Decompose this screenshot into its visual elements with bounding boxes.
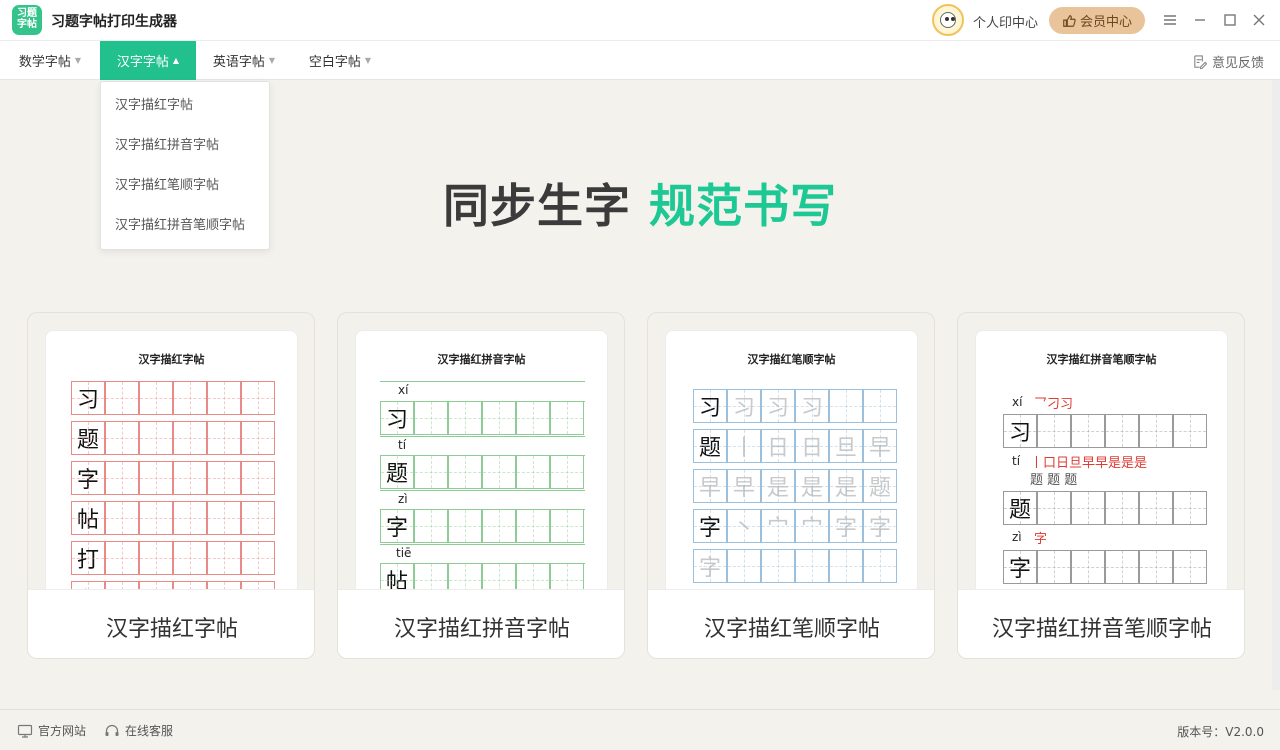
practice-row: 习习习习	[693, 389, 897, 423]
card-label: 汉字描红拼音笔顺字帖	[991, 617, 1212, 642]
card-preview: 汉字描红字帖 习 题 字 帖 打 印	[45, 330, 298, 605]
card-preview: 汉字描红拼音笔顺字帖 xí 乛刁习 习 tí 丨口日旦早早是是是 题 题 题 题…	[975, 330, 1228, 605]
card-label: 汉字描红拼音字帖	[393, 617, 570, 642]
preview-title: 汉字描红拼音字帖	[437, 353, 526, 366]
footer: 官方网站 在线客服 版本号：V2.0.0	[0, 709, 1280, 750]
practice-row: 字	[380, 509, 584, 543]
practice-row: 题	[71, 421, 275, 455]
headset-icon	[105, 724, 119, 736]
pinyin-label: tiē	[396, 546, 412, 560]
caret-down-icon: ▼	[74, 56, 82, 65]
practice-row: 题	[1003, 491, 1207, 525]
menu-bar: 数学字帖 ▼ 汉字字帖 ▲ 英语字帖 ▼ 空白字帖 ▼ 意见反馈	[0, 41, 1280, 80]
stroke-sequence: 字	[1034, 532, 1048, 547]
practice-row: 题丨日日旦早	[693, 429, 897, 463]
dropdown-item-tracing-pinyin-strokes[interactable]: 汉字描红拼音笔顺字帖	[101, 206, 269, 246]
card-label: 汉字描红字帖	[105, 617, 238, 642]
close-icon[interactable]	[1249, 10, 1269, 30]
dropdown-item-tracing[interactable]: 汉字描红字帖	[101, 86, 269, 126]
caret-down-icon: ▼	[268, 56, 276, 65]
card-label-area: 汉字描红字帖	[28, 589, 314, 658]
tab-english[interactable]: 英语字帖 ▼	[196, 41, 292, 80]
vip-center-button[interactable]: 会员中心	[1049, 7, 1145, 34]
practice-row: 字丶宀宀字字	[693, 509, 897, 543]
thumbs-up-icon	[1063, 14, 1076, 27]
user-avatar[interactable]	[932, 4, 964, 36]
practice-row: 早早是是是题	[693, 469, 897, 503]
app-logo: 习题 字帖	[12, 5, 42, 35]
maximize-icon[interactable]	[1220, 10, 1240, 30]
card-label: 汉字描红笔顺字帖	[703, 617, 880, 642]
preview-title: 汉字描红拼音笔顺字帖	[1046, 353, 1157, 366]
personal-center-link[interactable]: 个人印中心	[973, 12, 1038, 31]
stroke-sequence: 题 题 题	[1030, 473, 1078, 488]
card-preview: 汉字描红拼音字帖 xí 习 tí 题 zì 字 tiē 帖	[355, 330, 608, 605]
pinyin-label: zì	[1012, 530, 1022, 544]
card-tracing[interactable]: 汉字描红字帖 习 题 字 帖 打 印 汉字描红字帖	[27, 312, 315, 659]
pinyin-label: zì	[398, 492, 408, 506]
hero-part1: 同步生字	[443, 179, 631, 233]
practice-row: 字	[71, 461, 275, 495]
practice-row: 习	[1003, 414, 1207, 448]
dropdown-item-tracing-strokes[interactable]: 汉字描红笔顺字帖	[101, 166, 269, 206]
monitor-icon	[17, 724, 33, 738]
chinese-dropdown-menu: 汉字描红字帖 汉字描红拼音字帖 汉字描红笔顺字帖 汉字描红拼音笔顺字帖	[100, 81, 270, 250]
card-tracing-pinyin-strokes[interactable]: 汉字描红拼音笔顺字帖 xí 乛刁习 习 tí 丨口日旦早早是是是 题 题 题 题…	[957, 312, 1245, 659]
practice-row: 字	[693, 549, 897, 583]
minimize-icon[interactable]	[1190, 10, 1210, 30]
vertical-scrollbar[interactable]	[1272, 80, 1280, 690]
practice-row: 帖	[71, 501, 275, 535]
card-label-area: 汉字描红拼音笔顺字帖	[958, 589, 1244, 658]
pinyin-label: xí	[398, 383, 409, 397]
card-label-area: 汉字描红拼音字帖	[338, 589, 624, 658]
pinyin-label: tí	[398, 438, 407, 452]
menu-icon[interactable]	[1160, 10, 1180, 30]
caret-down-icon: ▼	[364, 56, 372, 65]
title-bar: 习题 字帖 习题字帖打印生成器 个人印中心 会员中心	[0, 0, 1280, 41]
practice-row: 习	[71, 381, 275, 415]
preview-title: 汉字描红字帖	[138, 353, 205, 366]
edit-note-icon	[1194, 55, 1207, 69]
official-website-link[interactable]: 官方网站	[17, 722, 86, 739]
card-preview: 汉字描红笔顺字帖 习习习习 题丨日日旦早 早早是是是题 字丶宀宀字字 字	[665, 330, 918, 605]
pinyin-label: xí	[1012, 395, 1023, 409]
tab-chinese[interactable]: 汉字字帖 ▲	[100, 41, 196, 80]
card-tracing-pinyin[interactable]: 汉字描红拼音字帖 xí 习 tí 题 zì 字 tiē 帖 汉字描红拼音字帖	[337, 312, 625, 659]
practice-row: 习	[380, 401, 584, 435]
caret-up-icon: ▲	[172, 56, 180, 65]
tab-blank[interactable]: 空白字帖 ▼	[292, 41, 388, 80]
online-service-link[interactable]: 在线客服	[104, 722, 173, 739]
vip-center-label: 会员中心	[1079, 15, 1132, 30]
version-label: 版本号：V2.0.0	[1177, 725, 1264, 739]
feedback-button[interactable]: 意见反馈	[1192, 52, 1264, 71]
card-label-area: 汉字描红笔顺字帖	[648, 589, 934, 658]
card-tracing-strokes[interactable]: 汉字描红笔顺字帖 习习习习 题丨日日旦早 早早是是是题 字丶宀宀字字 字 汉字描…	[647, 312, 935, 659]
practice-row: 字	[1003, 550, 1207, 584]
stroke-sequence: 乛刁习	[1034, 397, 1074, 412]
practice-row: 题	[380, 455, 584, 489]
dropdown-item-tracing-pinyin[interactable]: 汉字描红拼音字帖	[101, 126, 269, 166]
practice-row: 打	[71, 541, 275, 575]
app-title: 习题字帖打印生成器	[51, 14, 177, 30]
pinyin-label: tí	[1012, 454, 1021, 468]
preview-title: 汉字描红笔顺字帖	[747, 353, 836, 366]
hero-part2: 规范书写	[649, 179, 837, 233]
tab-math[interactable]: 数学字帖 ▼	[0, 41, 100, 80]
